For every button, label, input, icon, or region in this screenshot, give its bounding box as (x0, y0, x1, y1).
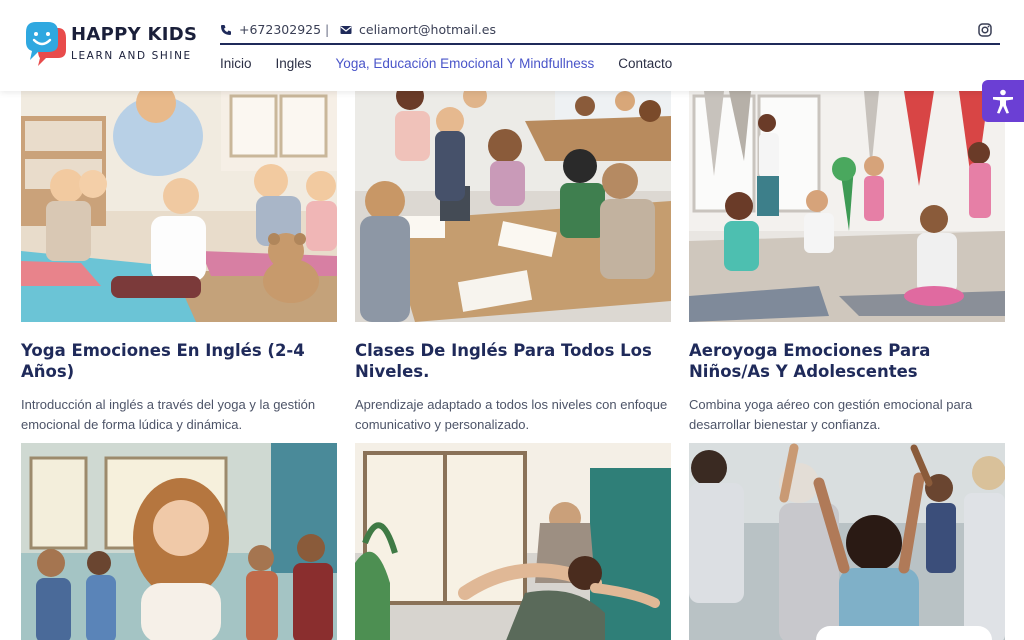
brand-tagline: LEARN AND SHINE (71, 50, 192, 62)
instagram-icon[interactable] (978, 23, 992, 37)
card-description: Combina yoga aéreo con gestión emocional… (689, 397, 973, 432)
brand-logo[interactable]: HAPPY KIDS LEARN AND SHINE (24, 20, 214, 72)
main-nav: Inicio Ingles Yoga, Educación Emocional … (220, 56, 696, 71)
nav-item-inicio[interactable]: Inicio (220, 56, 252, 71)
email-address: celiamort@hotmail.es (359, 22, 496, 37)
service-card[interactable]: Yoga Emociones En Inglés (2-4 Años) Intr… (21, 91, 337, 435)
phone-icon (221, 24, 231, 35)
card-title: Clases De Inglés Para Todos Los Niveles. (355, 341, 652, 381)
service-card[interactable]: Aeroyoga Emociones Para Niños/As Y Adole… (689, 91, 1005, 435)
service-card-image[interactable] (689, 443, 1005, 640)
contact-separator: | (325, 22, 330, 37)
card-title: Yoga Emociones En Inglés (2-4 Años) (21, 341, 305, 381)
smiley-speech-bubble-icon (26, 22, 66, 66)
email-contact[interactable]: celiamort@hotmail.es (340, 22, 496, 37)
group-movement-image (689, 443, 1005, 640)
card-description: Aprendizaje adaptado a todos los niveles… (355, 397, 668, 432)
accessibility-button[interactable] (982, 80, 1024, 122)
service-card-image[interactable] (21, 443, 337, 640)
service-card[interactable]: Clases De Inglés Para Todos Los Niveles.… (355, 91, 671, 435)
service-card-image[interactable] (355, 443, 671, 640)
english-class-image (355, 91, 671, 322)
floating-pill (816, 626, 992, 640)
nav-item-contacto[interactable]: Contacto (618, 56, 672, 71)
card-description: Introducción al inglés a través del yoga… (21, 397, 316, 432)
site-header: HAPPY KIDS LEARN AND SHINE +672302925 | … (0, 0, 1024, 91)
nav-item-yoga[interactable]: Yoga, Educación Emocional Y Mindfullness (336, 56, 595, 71)
card-title: Aeroyoga Emociones Para Niños/As Y Adole… (689, 341, 931, 381)
mail-icon (340, 25, 352, 34)
brand-name: HAPPY KIDS (71, 24, 198, 45)
accessibility-person-icon (993, 89, 1013, 114)
nav-item-ingles[interactable]: Ingles (276, 56, 312, 71)
partner-yoga-image (355, 443, 671, 640)
contact-bar: +672302925 | celiamort@hotmail.es (220, 19, 1000, 45)
phone-number: +672302925 (239, 22, 322, 37)
meditation-image (21, 443, 337, 640)
toddlers-yoga-image (21, 91, 337, 322)
phone-contact[interactable]: +672302925 (220, 22, 321, 37)
aerial-yoga-image (689, 91, 1005, 322)
